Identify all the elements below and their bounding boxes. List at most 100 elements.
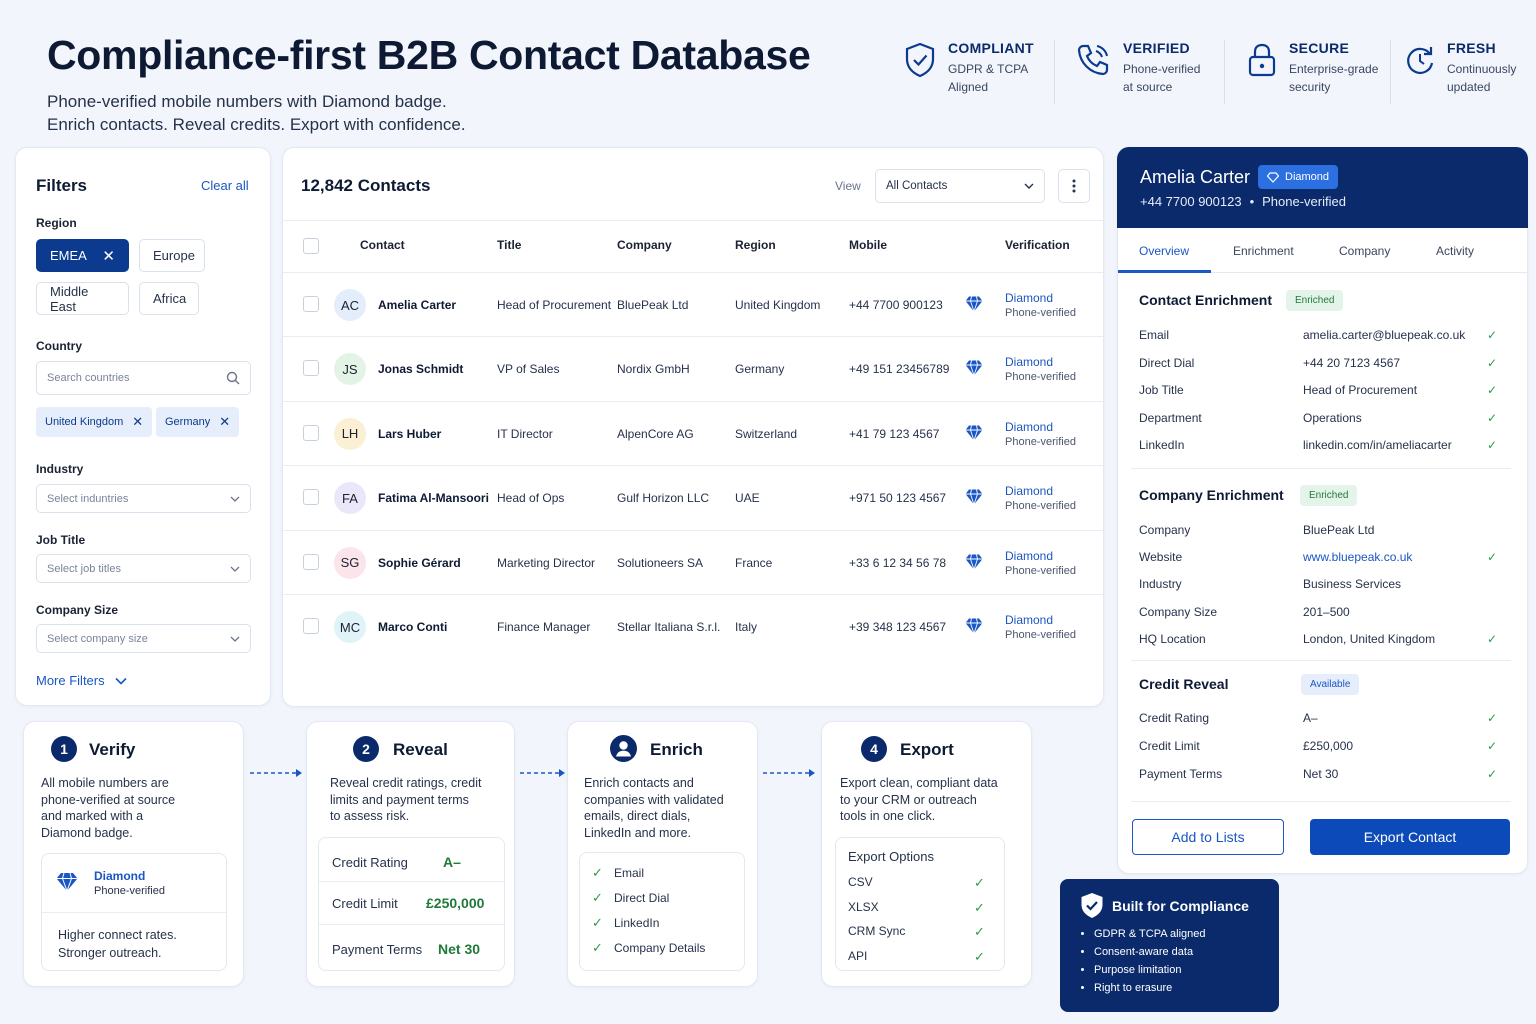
column-header-contact[interactable]: Contact [360,238,405,252]
table-row[interactable]: AC Amelia Carter Head of Procurement BluePe… [283,272,1103,336]
country-tag-germany[interactable]: Germany ✕ [156,407,240,437]
badge-compliant: COMPLIANT GDPR & TCPA Aligned [900,40,1054,104]
export-options-title: Export Options [848,849,934,864]
column-header-region[interactable]: Region [735,238,776,252]
tab-enrichment[interactable]: Enrichment [1233,244,1294,258]
contact-name[interactable]: Fatima Al-Mansoori [378,491,489,505]
contact-name[interactable]: Jonas Schmidt [378,362,463,376]
export-option[interactable]: XLSX [848,900,879,914]
field-value: Net 30 [1303,767,1339,781]
contact-name[interactable]: Sophie Gérard [378,556,461,570]
view-select[interactable]: All Contacts [875,169,1045,203]
diamond-icon-wrap [964,553,984,576]
list-item: Purpose limitation [1094,961,1205,979]
field-label: Direct Dial [1139,355,1195,370]
page-title: Compliance-first B2B Contact Database [47,32,811,78]
contact-name[interactable]: Lars Huber [378,427,441,441]
contact-title: Marketing Director [497,555,596,570]
table-row[interactable]: LH Lars Huber IT Director AlpenCore AG Switz… [283,400,1103,465]
field-label: Payment Terms [1139,767,1223,781]
avatar: AC [334,289,366,321]
country-search-input[interactable]: Search countries [36,361,251,395]
check-icon: ✓ [592,940,603,955]
check-icon: ✓ [1487,328,1498,342]
verification-sub: Phone-verified [1005,564,1076,577]
diamond-icon [1267,171,1279,183]
export-option[interactable]: CRM Sync [848,924,905,938]
credit-limit-label: Credit Limit [332,896,398,911]
industry-select[interactable]: Select induntries [36,484,251,513]
row-checkbox[interactable] [303,296,319,312]
step-desc-verify: All mobile numbers are phone-verified at … [41,776,176,840]
avatar: SG [334,546,366,579]
step-desc-reveal: Reveal credit ratings, credit limits and … [330,776,482,823]
contact-name[interactable]: Amelia Carter [378,298,456,312]
close-icon[interactable]: ✕ [102,247,115,265]
region-chip-emea[interactable]: EMEA ✕ [36,239,129,272]
contact-mobile: +44 7700 900123 [849,298,943,312]
company-size-label: Company Size [36,603,119,617]
field-label: LinkedIn [1139,438,1185,452]
credit-limit-value: £250,000 [426,895,485,911]
contact-region: France [735,555,773,570]
close-icon[interactable]: ✕ [219,414,230,430]
company-size-select[interactable]: Select company size [36,624,251,653]
diamond-icon [965,489,983,507]
contact-name[interactable]: Marco Conti [378,620,447,634]
tab-company[interactable]: Company [1339,244,1390,258]
row-checkbox[interactable] [303,360,319,377]
export-option[interactable]: API [848,949,867,963]
column-header-company[interactable]: Company [617,238,672,252]
column-header-verification[interactable]: Verification [1005,238,1070,252]
detail-name: Amelia Carter [1140,167,1251,187]
table-row[interactable]: SG Sophie Gérard Marketing Director Solutio… [283,529,1103,594]
country-tag-united-kingdom[interactable]: United Kingdom ✕ [36,407,153,437]
contact-region: Italy [735,620,758,634]
more-options-button[interactable] [1058,169,1090,203]
chevron-down-icon [230,566,240,572]
export-option[interactable]: CSV [848,875,873,889]
column-header-mobile[interactable]: Mobile [849,238,887,252]
check-icon: ✓ [974,875,985,890]
country-label: Country [36,339,82,353]
close-icon[interactable]: ✕ [132,414,143,430]
contacts-count: 12,842 Contacts [301,176,431,195]
diamond-icon-wrap [964,295,984,318]
chevron-down-icon [230,496,240,502]
job-title-select[interactable]: Select job titles [36,554,251,583]
field-value[interactable]: www.bluepeak.co.uk [1303,550,1412,564]
table-row[interactable]: FA Fatima Al-Mansoori Head of Ops Gulf Hori… [283,465,1103,529]
region-chip-africa[interactable]: Africa [139,282,199,315]
tab-activity[interactable]: Activity [1436,244,1474,258]
contact-mobile: +33 6 12 34 56 78 [849,555,947,570]
contact-company: Stellar Italiana S.r.l. [617,620,721,634]
table-row[interactable]: MC Marco Conti Finance Manager Stellar Ital… [283,594,1103,658]
status-badge: Enriched [1286,290,1344,311]
diamond-icon-wrap [964,617,984,640]
row-checkbox[interactable] [303,489,319,506]
column-header-title[interactable]: Title [497,238,521,252]
tab-overview[interactable]: Overview [1139,244,1189,258]
region-chip-europe[interactable]: Europe [139,239,205,272]
clear-all-link[interactable]: Clear all [201,178,249,193]
check-icon: ✓ [974,948,985,964]
table-row[interactable]: JS Jonas Schmidt VP of Sales Nordix GmbH Ger… [283,336,1103,400]
contact-company: Gulf Horizon LLC [617,491,710,506]
detail-phone-line: +44 7700 900123 • Phone-verified [1140,194,1346,209]
export-contact-button[interactable]: Export Contact [1310,819,1510,855]
check-icon: ✓ [1487,355,1498,370]
row-checkbox[interactable] [303,424,319,441]
select-all-checkbox[interactable] [303,238,319,254]
contact-title: Finance Manager [497,620,591,634]
list-item: Consent-aware data [1094,943,1205,961]
more-filters-link[interactable]: More Filters [36,673,127,688]
add-to-lists-button[interactable]: Add to Lists [1132,819,1284,855]
page-subtitle: Phone-verified mobile numbers with Diamo… [47,92,466,134]
region-chip-middle-east[interactable]: Middle East [36,282,129,315]
row-checkbox[interactable] [303,618,319,634]
field-label: Department [1139,410,1202,425]
check-icon: ✓ [1487,438,1498,452]
payment-terms-value: Net 30 [438,941,481,957]
check-icon: ✓ [1487,631,1498,646]
row-checkbox[interactable] [303,553,319,570]
